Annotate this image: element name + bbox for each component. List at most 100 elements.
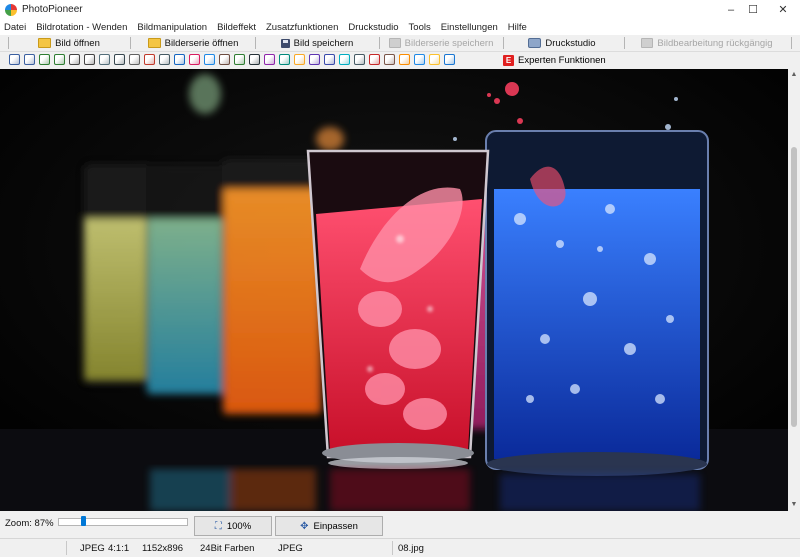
pencil-icon[interactable]: [294, 54, 305, 65]
selection-icon[interactable]: [129, 54, 140, 65]
grid-icon[interactable]: [204, 54, 215, 65]
menu-bildeffekt[interactable]: Bildeffekt: [212, 20, 261, 35]
image-canvas[interactable]: [0, 69, 788, 511]
scissors-icon[interactable]: [114, 54, 125, 65]
status-dimensions: 1152x896: [142, 543, 184, 554]
menu-bildrotation[interactable]: Bildrotation - Wenden: [31, 20, 132, 35]
toolbar-divider: [624, 37, 625, 49]
toolbar-divider: [8, 37, 9, 49]
close-button[interactable]: ✕: [760, 0, 800, 20]
menu-druckstudio[interactable]: Druckstudio: [343, 20, 403, 35]
red-eye-icon[interactable]: [369, 54, 380, 65]
fit-label: Einpassen: [313, 520, 358, 532]
color-picker-icon[interactable]: [399, 54, 410, 65]
undo-edit-button[interactable]: Bildbearbeitung rückgängig: [632, 35, 782, 51]
crop-icon[interactable]: [9, 54, 20, 65]
palette-icon[interactable]: [189, 54, 200, 65]
scroll-up-icon[interactable]: ▲: [788, 69, 800, 81]
menu-bildmanipulation[interactable]: Bildmanipulation: [132, 20, 212, 35]
toolbar-divider: [503, 37, 504, 49]
landscape-icon[interactable]: [234, 54, 245, 65]
rotate-left-icon[interactable]: [39, 54, 50, 65]
title-bar: PhotoPioneer – ☐ ✕: [0, 0, 800, 20]
fit-to-window-icon: ✥: [300, 520, 309, 532]
open-image-label: Bild öffnen: [55, 37, 100, 49]
toolbar-divider: [255, 37, 256, 49]
folder-icon: [38, 38, 52, 48]
text-icon[interactable]: [249, 54, 260, 65]
magic-wand-icon[interactable]: [264, 54, 275, 65]
fit-button[interactable]: ✥ Einpassen: [275, 516, 383, 536]
zoom-label: Zoom: 87%: [5, 518, 54, 529]
printer-icon: [528, 38, 542, 48]
undo-icon: [641, 38, 654, 48]
floppy-disk-icon: [280, 38, 290, 48]
status-file-type: JPEG: [278, 543, 303, 554]
border-icon[interactable]: [354, 54, 365, 65]
zoom-slider[interactable]: [58, 516, 188, 526]
floppy-disk-icon: [388, 38, 401, 48]
status-filename: 08.jpg: [398, 543, 424, 554]
star-icon[interactable]: [429, 54, 440, 65]
zoom-slider-thumb[interactable]: [81, 516, 86, 526]
zoom-100-button[interactable]: ⛶ 100%: [194, 516, 272, 536]
main-toolbar: Bild öffnen Bilderserie öffnen Bild spei…: [0, 35, 800, 52]
expert-e-icon: E: [503, 54, 514, 66]
vertical-scrollbar[interactable]: ▲ ▼: [788, 69, 800, 511]
info-icon[interactable]: [444, 54, 455, 65]
print-studio-label: Druckstudio: [545, 37, 596, 49]
zoom-100-label: 100%: [226, 520, 252, 532]
folder-icon: [147, 38, 161, 48]
filter-icon[interactable]: [339, 54, 350, 65]
menu-zusatzfunktionen[interactable]: Zusatzfunktionen: [261, 20, 343, 35]
scroll-thumb[interactable]: [791, 147, 797, 427]
save-image-button[interactable]: Bild speichern: [262, 35, 372, 51]
toolbar-divider: [379, 37, 380, 49]
status-divider: [392, 541, 393, 555]
tool-icon-strip: [9, 54, 455, 65]
open-series-label: Bilderserie öffnen: [164, 37, 239, 49]
menu-datei[interactable]: Datei: [0, 20, 31, 35]
open-series-button[interactable]: Bilderserie öffnen: [136, 35, 250, 51]
open-image-button[interactable]: Bild öffnen: [14, 35, 124, 51]
mirror-icon[interactable]: [84, 54, 95, 65]
status-color-depth: 24Bit Farben: [200, 543, 255, 554]
toolbar-divider: [791, 37, 792, 49]
toolbar-divider: [130, 37, 131, 49]
perspective-icon[interactable]: [99, 54, 110, 65]
status-format: JPEG: [80, 543, 105, 554]
status-bar: JPEG 4:1:1 1152x896 24Bit Farben JPEG 08…: [0, 538, 800, 557]
zoom-actual-size-icon: ⛶: [214, 520, 222, 532]
zoom-bar: Zoom: 87% ⛶ 100% ✥ Einpassen: [0, 511, 800, 538]
image-adjust-icon[interactable]: [279, 54, 290, 65]
collage-icon[interactable]: [309, 54, 320, 65]
save-series-button[interactable]: Bilderserie speichern: [384, 35, 498, 51]
brush-icon[interactable]: [144, 54, 155, 65]
scroll-down-icon[interactable]: ▼: [788, 499, 800, 511]
frame-icon[interactable]: [219, 54, 230, 65]
rotate-right-icon[interactable]: [54, 54, 65, 65]
app-logo-icon: [5, 4, 17, 16]
expert-functions-label: Experten Funktionen: [518, 54, 606, 66]
menu-bar: Datei Bildrotation - Wenden Bildmanipula…: [0, 20, 800, 35]
menu-hilfe[interactable]: Hilfe: [503, 20, 532, 35]
status-divider: [66, 541, 67, 555]
photo-colored-glasses: [0, 69, 788, 511]
resize-icon[interactable]: [24, 54, 35, 65]
save-image-label: Bild speichern: [293, 37, 354, 49]
save-series-label: Bilderserie speichern: [404, 37, 494, 49]
status-subsampling: 4:1:1: [108, 543, 130, 554]
print-studio-button[interactable]: Druckstudio: [510, 35, 614, 51]
menu-einstellungen[interactable]: Einstellungen: [436, 20, 503, 35]
gallery-icon[interactable]: [324, 54, 335, 65]
expert-functions-button[interactable]: E Experten Funktionen: [503, 53, 606, 67]
histogram-icon[interactable]: [174, 54, 185, 65]
globe-icon[interactable]: [414, 54, 425, 65]
undo-edit-label: Bildbearbeitung rückgängig: [657, 37, 773, 49]
flip-icon[interactable]: [69, 54, 80, 65]
layers-icon[interactable]: [384, 54, 395, 65]
tools-toolbar: E Experten Funktionen: [0, 52, 800, 68]
window-title: PhotoPioneer: [22, 4, 83, 15]
menu-tools[interactable]: Tools: [404, 20, 436, 35]
levels-icon[interactable]: [159, 54, 170, 65]
